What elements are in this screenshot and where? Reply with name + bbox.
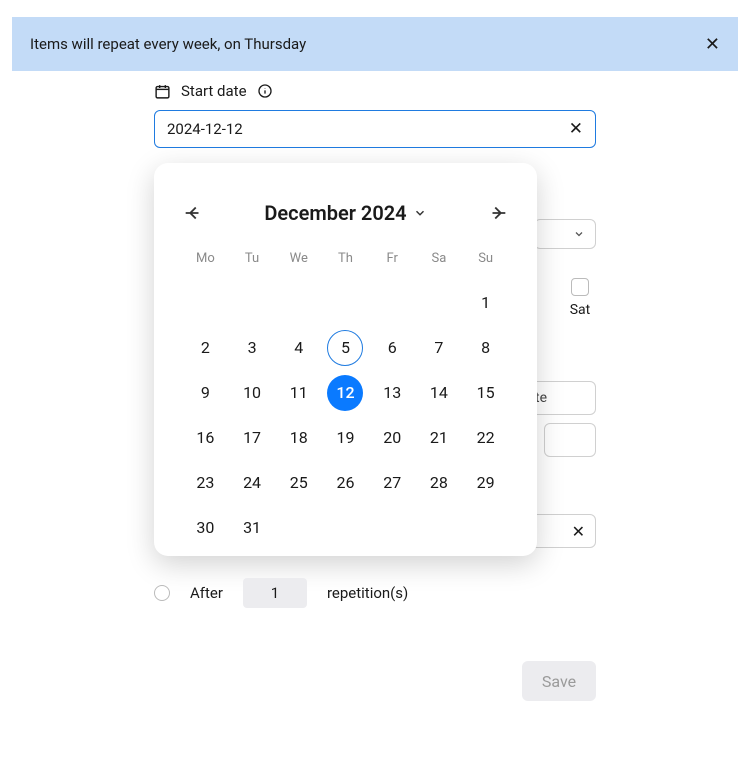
info-banner: Items will repeat every week, on Thursda… bbox=[12, 17, 738, 71]
calendar-day[interactable]: 22 bbox=[462, 415, 509, 460]
calendar-dow: Th bbox=[322, 243, 369, 280]
calendar-day[interactable]: 4 bbox=[275, 325, 322, 370]
calendar-day[interactable]: 10 bbox=[229, 370, 276, 415]
calendar-grid: MoTuWeThFrSaSu00000012345678910111213141… bbox=[182, 243, 509, 550]
calendar-day[interactable]: 21 bbox=[416, 415, 463, 460]
month-year-label: December 2024 bbox=[264, 201, 406, 225]
calendar-day[interactable]: 20 bbox=[369, 415, 416, 460]
save-button[interactable]: Save bbox=[522, 661, 596, 701]
clear-icon[interactable]: ✕ bbox=[572, 522, 585, 541]
start-date-input[interactable] bbox=[167, 120, 569, 138]
calendar-dow: Su bbox=[462, 243, 509, 280]
calendar-day[interactable]: 11 bbox=[275, 370, 322, 415]
calendar-day[interactable]: 9 bbox=[182, 370, 229, 415]
calendar-day[interactable]: 29 bbox=[462, 460, 509, 505]
saturday-label: Sat bbox=[570, 302, 591, 318]
saturday-checkbox-group: Sat bbox=[564, 278, 596, 326]
next-month-button[interactable] bbox=[487, 202, 509, 224]
after-radio[interactable] bbox=[154, 585, 170, 601]
calendar-day[interactable]: 3 bbox=[229, 325, 276, 370]
month-year-selector[interactable]: December 2024 bbox=[264, 201, 426, 225]
calendar-day[interactable]: 27 bbox=[369, 460, 416, 505]
chevron-down-icon bbox=[413, 201, 427, 225]
calendar-day[interactable]: 14 bbox=[416, 370, 463, 415]
calendar-day[interactable]: 2 bbox=[182, 325, 229, 370]
calendar-day-blank: 0 bbox=[416, 280, 463, 325]
calendar-day-blank: 0 bbox=[182, 280, 229, 325]
partial-row-blank-edge[interactable] bbox=[544, 423, 596, 457]
date-picker-popover: December 2024 MoTuWeThFrSaSu000000123456… bbox=[154, 163, 537, 556]
after-repetitions-row: After repetition(s) bbox=[154, 578, 408, 608]
calendar-dow: Fr bbox=[369, 243, 416, 280]
calendar-day[interactable]: 6 bbox=[369, 325, 416, 370]
calendar-day-blank: 0 bbox=[275, 280, 322, 325]
calendar-day[interactable]: 28 bbox=[416, 460, 463, 505]
calendar-day-blank: 0 bbox=[369, 280, 416, 325]
partial-select-edge[interactable] bbox=[534, 219, 596, 249]
after-label: After bbox=[190, 584, 223, 602]
calendar-header: December 2024 bbox=[182, 201, 509, 225]
repetitions-suffix: repetition(s) bbox=[327, 584, 408, 602]
start-date-label-row: Start date bbox=[154, 82, 596, 100]
calendar-day[interactable]: 18 bbox=[275, 415, 322, 460]
calendar-dow: Mo bbox=[182, 243, 229, 280]
calendar-day[interactable]: 26 bbox=[322, 460, 369, 505]
calendar-day[interactable]: 8 bbox=[462, 325, 509, 370]
prev-month-button[interactable] bbox=[182, 202, 204, 224]
calendar-day[interactable]: 19 bbox=[322, 415, 369, 460]
calendar-dow: Tu bbox=[229, 243, 276, 280]
calendar-day[interactable]: 23 bbox=[182, 460, 229, 505]
calendar-day[interactable]: 31 bbox=[229, 505, 276, 550]
calendar-day[interactable]: 13 bbox=[369, 370, 416, 415]
chevron-down-icon bbox=[573, 225, 585, 244]
calendar-day[interactable]: 16 bbox=[182, 415, 229, 460]
saturday-checkbox[interactable] bbox=[571, 278, 589, 296]
info-icon[interactable] bbox=[257, 83, 273, 99]
calendar-day[interactable]: 1 bbox=[462, 280, 509, 325]
clear-icon[interactable]: ✕ bbox=[569, 119, 583, 139]
calendar-day[interactable]: 30 bbox=[182, 505, 229, 550]
calendar-dow: We bbox=[275, 243, 322, 280]
calendar-icon bbox=[154, 83, 171, 100]
calendar-day[interactable]: 17 bbox=[229, 415, 276, 460]
calendar-day[interactable]: 12 bbox=[322, 370, 369, 415]
calendar-day-blank: 0 bbox=[229, 280, 276, 325]
calendar-dow: Sa bbox=[416, 243, 463, 280]
calendar-day[interactable]: 7 bbox=[416, 325, 463, 370]
start-date-input-wrap[interactable]: ✕ bbox=[154, 110, 596, 148]
calendar-day-blank: 0 bbox=[322, 280, 369, 325]
banner-text: Items will repeat every week, on Thursda… bbox=[30, 35, 306, 53]
calendar-day[interactable]: 25 bbox=[275, 460, 322, 505]
calendar-day[interactable]: 15 bbox=[462, 370, 509, 415]
calendar-day[interactable]: 24 bbox=[229, 460, 276, 505]
repetitions-input[interactable] bbox=[243, 578, 307, 608]
start-date-section: Start date ✕ bbox=[154, 82, 596, 148]
start-date-label: Start date bbox=[181, 82, 247, 100]
calendar-day[interactable]: 5 bbox=[322, 325, 369, 370]
close-icon[interactable]: ✕ bbox=[705, 34, 720, 55]
